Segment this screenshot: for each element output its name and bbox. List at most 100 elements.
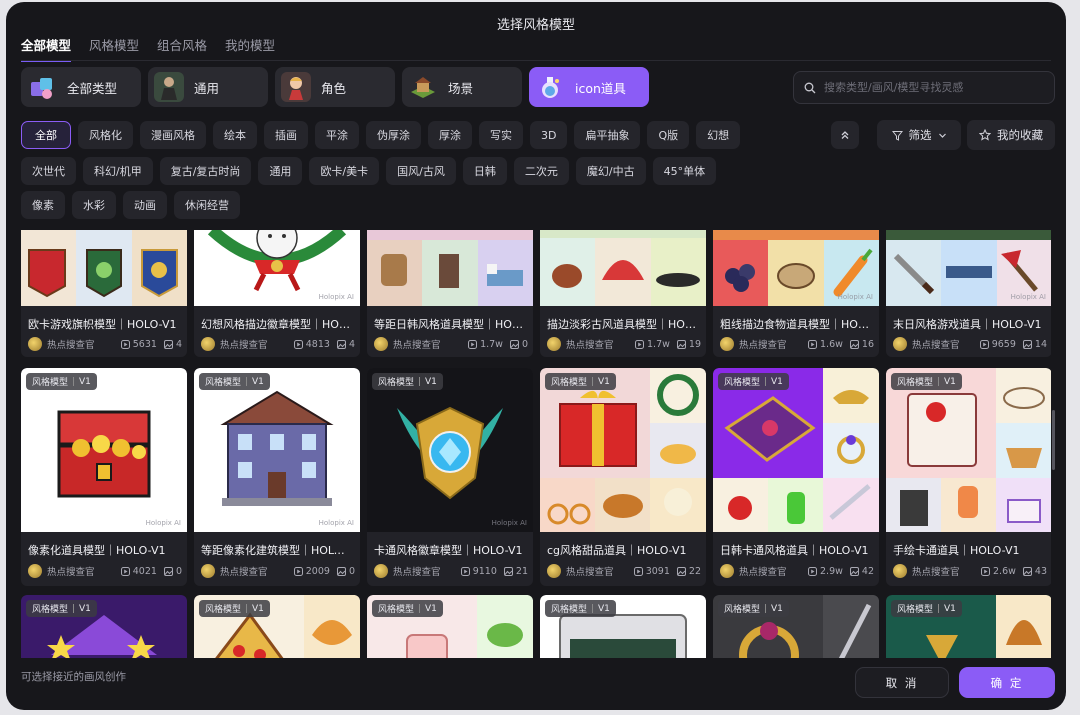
- warrior-thumb: [154, 72, 184, 102]
- model-card[interactable]: 描边淡彩古风道具模型｜HOLO-V1 热点搜查官 1.7w 19: [540, 230, 706, 357]
- card-meta: 热点搜查官 9110 21: [374, 564, 528, 578]
- play-icon: [981, 566, 991, 576]
- tag-animation[interactable]: 动画: [123, 191, 167, 219]
- type-general[interactable]: 通用: [148, 67, 268, 107]
- tag-semi-thick[interactable]: 伪厚涂: [366, 121, 421, 149]
- tag-jp-kr[interactable]: 日韩: [462, 157, 507, 185]
- views-stat: 4813: [293, 339, 330, 350]
- card-thumbnail: 风格模型 V1: [367, 595, 533, 658]
- views-count: 1.6w: [820, 338, 843, 350]
- model-card[interactable]: 风格模型 V1: [367, 595, 533, 658]
- model-card[interactable]: 风格模型 V1 cg风格甜品道具｜HOLO-V1 热点搜查官 3091 22: [540, 368, 706, 586]
- search-input[interactable]: [824, 81, 1044, 94]
- all-types-icon: [27, 72, 57, 102]
- tag-watercolor[interactable]: 水彩: [72, 191, 116, 219]
- card-thumbnail: [21, 230, 187, 306]
- card-thumbnail: Holopix AI: [713, 230, 879, 306]
- badge-type: 风格模型: [32, 605, 69, 615]
- avatar: [893, 337, 907, 351]
- card-meta: 热点搜查官 2009 0: [201, 564, 355, 578]
- tag-retro[interactable]: 复古/复古时尚: [159, 157, 252, 185]
- tab-all-models[interactable]: 全部模型: [21, 35, 72, 62]
- model-card[interactable]: 风格模型 V1: [886, 595, 1051, 658]
- tag-chinese-style[interactable]: 国风/古风: [386, 157, 456, 185]
- model-type-badge: 风格模型 V1: [545, 600, 616, 617]
- model-card[interactable]: 风格模型 V1: [194, 595, 360, 658]
- model-card[interactable]: Holopix AI 粗线描边食物道具模型｜HOLO-V1 热点搜查官 1.6w…: [713, 230, 879, 357]
- tag-next-gen[interactable]: 次世代: [21, 157, 76, 185]
- tag-45-single[interactable]: 45°单体: [652, 157, 717, 185]
- cancel-button[interactable]: 取 消: [855, 667, 949, 698]
- tag-picturebook[interactable]: 绘本: [213, 121, 257, 149]
- model-card[interactable]: Holopix AI 末日风格游戏道具｜HOLO-V1 热点搜查官 9659 1…: [886, 230, 1051, 357]
- card-thumbnail: 风格模型 V1: [886, 368, 1051, 532]
- tag-medieval-magic[interactable]: 魔幻/中古: [575, 157, 646, 185]
- images-count: 0: [348, 565, 355, 577]
- views-count: 4021: [132, 565, 157, 577]
- model-card[interactable]: 风格模型 V1 Holopix AI 等距像素化建筑模型｜HOLO-V1 热点搜查…: [194, 368, 360, 586]
- model-card[interactable]: 风格模型 V1 Holopix AI 像素化道具模型｜HOLO-V1 热点搜查官 …: [21, 368, 187, 586]
- tag-western-cartoon[interactable]: 欧卡/美卡: [309, 157, 380, 185]
- grid-scrollbar[interactable]: [1052, 410, 1055, 470]
- tag-chibi[interactable]: Q版: [647, 121, 690, 149]
- tab-my-models[interactable]: 我的模型: [225, 35, 275, 62]
- tag-comic[interactable]: 漫画风格: [140, 121, 206, 149]
- model-card[interactable]: 风格模型 V1: [540, 595, 706, 658]
- type-all[interactable]: 全部类型: [21, 67, 141, 107]
- search-box[interactable]: [793, 71, 1055, 104]
- type-icon-props[interactable]: icon道具: [529, 67, 649, 107]
- badge-type: 风格模型: [32, 378, 69, 388]
- play-icon: [293, 339, 303, 349]
- badge-type: 风格模型: [378, 378, 415, 388]
- images-count: 16: [861, 338, 874, 350]
- tag-realistic[interactable]: 写实: [479, 121, 523, 149]
- images-count: 22: [688, 565, 701, 577]
- card-title: 幻想风格描边徽章模型｜HOLO-V1: [201, 318, 353, 331]
- tag-stylized[interactable]: 风格化: [78, 121, 133, 149]
- model-card[interactable]: 欧卡游戏旗帜模型｜HOLO-V1 热点搜查官 5631 4: [21, 230, 187, 357]
- views-stat: 3091: [633, 566, 670, 577]
- tag-general[interactable]: 通用: [258, 157, 303, 185]
- tab-combo-styles[interactable]: 组合风格: [157, 35, 207, 62]
- tag-pixel[interactable]: 像素: [21, 191, 65, 219]
- avatar: [374, 564, 388, 578]
- type-character[interactable]: 角色: [275, 67, 395, 107]
- tag-illustration[interactable]: 插画: [264, 121, 308, 149]
- card-meta: 热点搜查官 1.7w 0: [374, 337, 528, 351]
- card-meta: 热点搜查官 1.7w 19: [547, 337, 701, 351]
- card-meta: 热点搜查官 3091 22: [547, 564, 701, 578]
- model-card[interactable]: 风格模型 V1: [21, 595, 187, 658]
- image-icon: [676, 339, 686, 349]
- badge-separator: [938, 604, 940, 613]
- filter-button[interactable]: 筛选: [877, 120, 961, 150]
- collapse-tags-button[interactable]: [831, 121, 859, 149]
- type-scene[interactable]: 场景: [402, 67, 522, 107]
- tab-style-models[interactable]: 风格模型: [89, 35, 139, 62]
- model-card[interactable]: 风格模型 V1 Holopix AI 卡通风格徽章模型｜HOLO-V1 热点搜查官…: [367, 368, 533, 586]
- model-card[interactable]: 等距日韩风格道具模型｜HOLO-V1 热点搜查官 1.7w 0: [367, 230, 533, 357]
- tag-casual-sim[interactable]: 休闲经营: [174, 191, 240, 219]
- model-grid: 欧卡游戏旗帜模型｜HOLO-V1 热点搜查官 5631 4 Holopix AI…: [21, 230, 1051, 658]
- card-thumbnail: 风格模型 V1: [540, 595, 706, 658]
- model-card[interactable]: Holopix AI 幻想风格描边徽章模型｜HOLO-V1 热点搜查官 4813…: [194, 230, 360, 357]
- model-card[interactable]: 风格模型 V1 日韩卡通风格道具｜HOLO-V1 热点搜查官 2.9w 42: [713, 368, 879, 586]
- badge-type: 风格模型: [897, 378, 934, 388]
- tag-anime[interactable]: 二次元: [513, 157, 569, 185]
- tag-3d[interactable]: 3D: [530, 121, 568, 149]
- confirm-button[interactable]: 确 定: [959, 667, 1055, 698]
- tag-scifi-mecha[interactable]: 科幻/机甲: [83, 157, 153, 185]
- model-card[interactable]: 风格模型 V1 手绘卡通道具｜HOLO-V1 热点搜查官 2.6w 43: [886, 368, 1051, 586]
- views-stat: 2.6w: [981, 566, 1016, 577]
- play-icon: [635, 339, 645, 349]
- views-count: 2.6w: [993, 565, 1016, 577]
- image-icon: [336, 339, 346, 349]
- tag-flat[interactable]: 平涂: [315, 121, 359, 149]
- tag-thick[interactable]: 厚涂: [428, 121, 472, 149]
- favorites-button[interactable]: 我的收藏: [967, 120, 1055, 150]
- card-thumbnail: 风格模型 V1: [886, 595, 1051, 658]
- tag-fantasy[interactable]: 幻想: [696, 121, 741, 149]
- model-type-badge: 风格模型 V1: [372, 373, 443, 390]
- model-card[interactable]: 风格模型 V1: [713, 595, 879, 658]
- tag-flat-abstract[interactable]: 扁平抽象: [574, 121, 641, 149]
- tag-all[interactable]: 全部: [21, 121, 71, 149]
